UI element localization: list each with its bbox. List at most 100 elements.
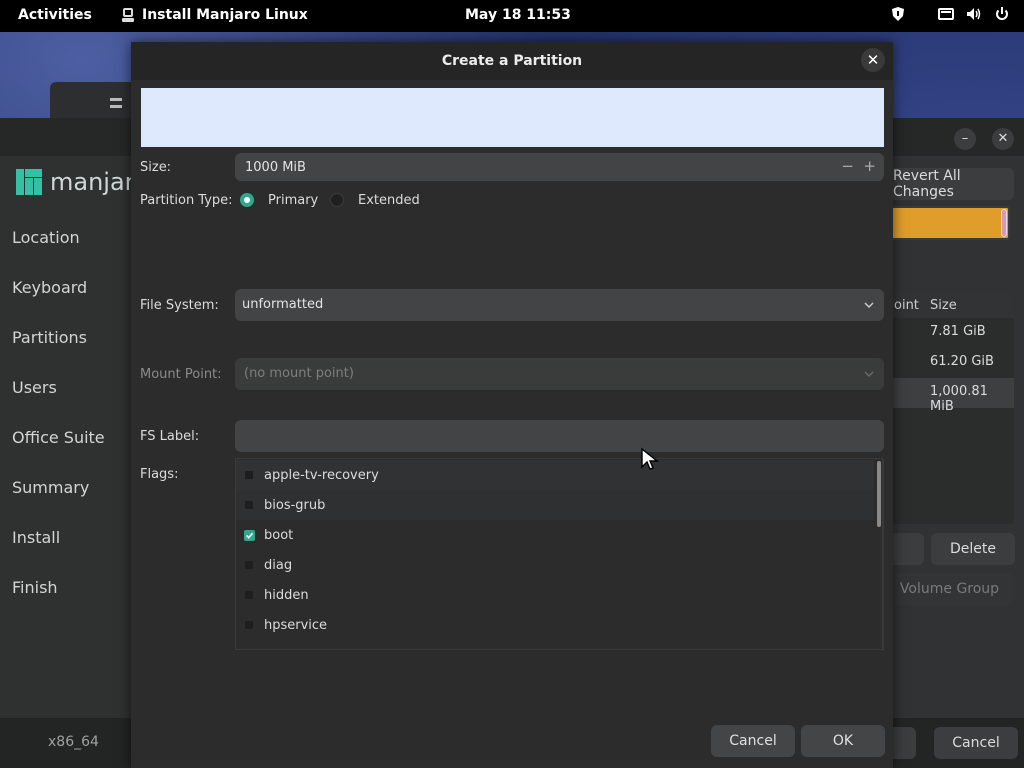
flag-label: hidden (264, 587, 309, 603)
flag-label: hpservice (264, 617, 328, 633)
flag-checkbox[interactable] (245, 621, 253, 629)
volume-group-button: Volume Group (884, 573, 1015, 605)
manjaro-logo: manjaro (16, 168, 149, 196)
flag-checkbox-checked[interactable] (244, 529, 255, 541)
cancel-label: Cancel (729, 733, 777, 749)
table-header: oint Size (890, 294, 1014, 318)
row-size: 61.20 GiB (930, 354, 994, 369)
fs-label-input[interactable] (235, 420, 884, 452)
dialog-title-bar: Create a Partition (131, 42, 893, 80)
installer-steps: Location Keyboard Partitions Users Offic… (12, 228, 105, 628)
list-icon (110, 98, 122, 108)
primary-radio[interactable] (240, 193, 254, 207)
mount-point-value: (no mount point) (244, 366, 354, 381)
flag-item[interactable]: hidden (236, 580, 874, 610)
fs-label-label: FS Label: (140, 429, 200, 444)
clock[interactable]: May 18 11:53 (465, 7, 571, 23)
dialog-title: Create a Partition (441, 53, 583, 69)
table-row[interactable]: 61.20 GiB (890, 348, 1014, 378)
cancel-button[interactable]: Cancel (711, 725, 795, 757)
delete-button[interactable]: Delete (931, 533, 1015, 565)
system-tray[interactable] (890, 6, 1010, 22)
top-bar: Activities Install Manjaro Linux May 18 … (0, 0, 1024, 32)
extended-label[interactable]: Extended (358, 193, 420, 208)
partition-type-label: Partition Type: (140, 193, 233, 208)
volume-group-label: Volume Group (899, 581, 1000, 597)
file-system-label: File System: (140, 298, 219, 313)
size-spinbox[interactable]: 1000 MiB − + (235, 153, 884, 181)
flags-scrollbar[interactable] (877, 461, 881, 527)
create-partition-dialog: Create a Partition ✕ Size: 1000 MiB − + … (131, 42, 893, 768)
flag-checkbox[interactable] (245, 501, 253, 509)
installer-cancel-label: Cancel (952, 735, 1000, 751)
flag-label: bios-grub (264, 497, 326, 513)
mount-point-dropdown: (no mount point) (235, 358, 884, 390)
flag-checkbox[interactable] (245, 561, 253, 569)
architecture-label: x86_64 (48, 734, 99, 750)
row-size: 1,000.81 MiB (930, 384, 988, 414)
mouse-cursor-icon (641, 447, 659, 470)
background-window (50, 82, 140, 122)
flag-item[interactable]: diag (236, 550, 874, 580)
primary-label[interactable]: Primary (268, 193, 318, 208)
size-label: Size: (140, 160, 172, 175)
size-decrease-button[interactable]: − (841, 157, 854, 175)
flag-item[interactable]: apple-tv-recovery (236, 460, 874, 491)
file-system-value: unformatted (242, 297, 324, 312)
flag-checkbox[interactable] (245, 591, 253, 599)
column-size: Size (930, 298, 957, 313)
step-location: Location (12, 228, 80, 247)
step-users: Users (12, 378, 57, 397)
dialog-close-button[interactable]: ✕ (861, 48, 885, 72)
size-value: 1000 MiB (245, 160, 306, 175)
partition-preview (141, 88, 884, 147)
step-office-suite: Office Suite (12, 428, 105, 447)
delete-label: Delete (950, 541, 996, 557)
mount-point-label: Mount Point: (140, 367, 222, 382)
flag-label: diag (264, 557, 293, 573)
flag-item[interactable]: hpservice (236, 610, 874, 640)
file-system-dropdown[interactable]: unformatted (235, 289, 884, 321)
flags-label: Flags: (140, 467, 179, 482)
activities-button[interactable]: Activities (18, 7, 92, 23)
chevron-down-icon (864, 302, 874, 309)
ok-button[interactable]: OK (801, 725, 885, 757)
row-size: 7.81 GiB (930, 324, 986, 339)
installer-app-icon (122, 8, 134, 22)
flag-item[interactable]: boot (236, 520, 874, 550)
radio-dot (244, 197, 250, 203)
step-partitions: Partitions (12, 328, 88, 347)
power-icon (996, 7, 1008, 20)
step-summary: Summary (12, 478, 90, 497)
flag-checkbox[interactable] (245, 471, 253, 479)
partition-bar (890, 206, 1010, 240)
extended-radio[interactable] (330, 193, 344, 207)
size-increase-button[interactable]: + (863, 157, 876, 175)
step-finish: Finish (12, 578, 58, 597)
step-install: Install (12, 528, 61, 547)
keyboard-layout-icon (938, 8, 954, 20)
flag-label: boot (264, 527, 294, 543)
ok-label: OK (832, 733, 854, 749)
close-window-button[interactable]: ✕ (992, 128, 1014, 150)
installer-cancel-button[interactable]: Cancel (934, 727, 1018, 759)
app-menu[interactable]: Install Manjaro Linux (120, 7, 308, 23)
revert-label: Revert All Changes (893, 168, 961, 200)
partition-bar-handle (1001, 209, 1007, 237)
column-mount-point: oint (894, 298, 919, 313)
flags-list[interactable]: apple-tv-recovery bios-grub boot diag hi… (235, 458, 884, 650)
step-keyboard: Keyboard (12, 278, 88, 297)
flag-item[interactable]: bios-grub (236, 490, 874, 520)
app-name: Install Manjaro Linux (142, 7, 308, 23)
chevron-down-icon (864, 371, 874, 378)
manjaro-logo-icon (16, 169, 42, 195)
table-row[interactable]: 1,000.81 MiB (890, 378, 1014, 414)
partition-table: oint Size 7.81 GiB 61.20 GiB 1,000.81 Mi… (890, 294, 1014, 524)
volume-icon (967, 8, 981, 20)
table-row[interactable]: 7.81 GiB (890, 318, 1014, 348)
privacy-shield-icon (892, 7, 904, 21)
flags-scrollbar-track (882, 459, 883, 649)
flag-label: apple-tv-recovery (264, 467, 379, 483)
revert-all-changes-button[interactable]: Revert All Changes (884, 168, 1014, 200)
minimize-button[interactable]: – (954, 128, 976, 150)
